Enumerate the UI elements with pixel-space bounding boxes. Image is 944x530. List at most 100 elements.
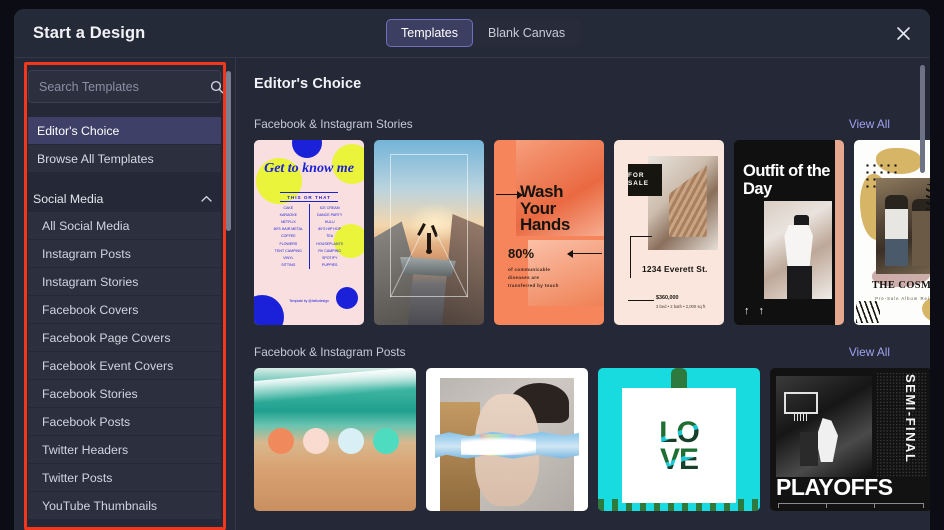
template-card-outfit-of-the-day[interactable]: Outfit of the Day ↑ ↑	[734, 140, 844, 325]
sidebar-item-facebook-covers[interactable]: Facebook Covers	[28, 296, 221, 323]
template-card-handstand-cliff-photo[interactable]	[374, 140, 484, 325]
option: TEA	[326, 234, 334, 239]
option: FLOWERS	[279, 241, 298, 246]
sidebar-item-instagram-stories[interactable]: Instagram Stories	[28, 268, 221, 295]
card-subtitle: Pre-Sale Album Release	[875, 296, 930, 301]
tab-blank-canvas[interactable]: Blank Canvas	[473, 19, 580, 47]
card-title: THE COSMOS	[871, 280, 930, 291]
card-body-text: of communicable diseases are transferred…	[508, 267, 559, 288]
option: CAKE	[283, 205, 294, 210]
dialog-header: Start a Design Templates Blank Canvas	[14, 9, 930, 58]
row-label: Facebook & Instagram Stories	[254, 117, 413, 131]
sidebar-group-label: Social Media	[33, 191, 104, 206]
sidebar-item-facebook-event-covers[interactable]: Facebook Event Covers	[28, 352, 221, 379]
sidebar-item-facebook-page-covers[interactable]: Facebook Page Covers	[28, 324, 221, 351]
main-scroll-region: Editor's Choice Facebook & Instagram Sto…	[236, 58, 930, 511]
player-figure	[816, 418, 838, 462]
shirt	[784, 224, 813, 268]
card-price: $360,000	[656, 295, 679, 301]
close-button[interactable]	[891, 21, 916, 46]
card-title: PLAYOFFS	[776, 474, 893, 500]
sidebar-item-instagram-posts[interactable]: Instagram Posts	[28, 240, 221, 267]
template-card-beach-color-palette[interactable]	[254, 368, 416, 511]
card-title: Outfit of the Day	[743, 162, 830, 198]
sidebar-item-twitter-posts[interactable]: Twitter Posts	[28, 464, 221, 491]
section-heading: Editor's Choice	[254, 76, 362, 92]
sidebar-scroll-region: Editor's Choice Browse All Templates Soc…	[14, 58, 235, 530]
template-card-the-cosmos-album[interactable]: THE COSMOS Pre-Sale Album Release	[854, 140, 930, 325]
sidebar-scrollbar-thumb[interactable]	[226, 71, 231, 231]
option: PUPPIES	[321, 263, 338, 268]
color-swatch	[268, 428, 294, 454]
decor-rule	[630, 236, 652, 278]
scratch-lines	[856, 301, 880, 323]
option: SPOTIFY	[321, 255, 338, 260]
basketball-photo	[776, 376, 872, 477]
sidebar-group-social-media[interactable]: Social Media	[28, 185, 221, 212]
option: SITTING	[281, 263, 296, 268]
option: TENT CAMPING	[274, 248, 302, 253]
vee-lines-overlay	[390, 234, 468, 298]
option: DANCE PARTY	[317, 212, 343, 217]
pants	[787, 265, 812, 299]
search-input[interactable]	[29, 71, 210, 102]
search-box	[28, 70, 224, 103]
scratch-lines	[926, 184, 930, 210]
close-icon	[896, 26, 911, 41]
template-card-torn-sky-portrait[interactable]	[426, 368, 588, 511]
cloud	[461, 436, 537, 455]
sidebar-item-editors-choice[interactable]: Editor's Choice	[28, 117, 221, 144]
option: RV CAMPING	[318, 248, 342, 253]
portrait-photo	[434, 378, 580, 511]
main-scrollbar-thumb[interactable]	[920, 65, 925, 173]
person-left	[885, 195, 908, 267]
template-card-wash-your-hands[interactable]: Wash Your Hands 80% of communicable dise…	[494, 140, 604, 325]
search-icon[interactable]	[210, 71, 224, 102]
view-all-link-posts[interactable]: View All	[849, 345, 890, 359]
card-specs: 3 bed • 2 bath • 2,000 sq ft	[656, 304, 706, 309]
card-subtitle: THIS OR THAT	[280, 192, 338, 202]
band-photo	[876, 178, 930, 274]
basketball-hoop	[784, 392, 818, 421]
card-title-line1: LO	[659, 415, 700, 449]
halftone-grid	[876, 372, 928, 477]
sidebar-item-all-social-media[interactable]: All Social Media	[28, 212, 221, 239]
row-label: Facebook & Instagram Posts	[254, 345, 406, 359]
card-row-posts: LO VE SEMI-FINAL PLAYOFFS	[254, 368, 930, 511]
sidebar-item-facebook-posts[interactable]: Facebook Posts	[28, 408, 221, 435]
for-sale-badge: FOR SALE	[628, 164, 662, 196]
chevron-up-icon	[201, 195, 212, 203]
tab-templates[interactable]: Templates	[386, 19, 473, 47]
template-card-get-to-know-me[interactable]: Get to know me THIS OR THAT CAKE KARAOKE…	[254, 140, 364, 325]
option: ICE CREAM	[319, 205, 340, 210]
sidebar: Editor's Choice Browse All Templates Soc…	[14, 58, 236, 530]
sea-foam	[254, 368, 416, 404]
ruler-decor	[778, 503, 924, 508]
option: 80'S HAIR METAL	[273, 227, 304, 232]
mode-toggle-group: Templates Blank Canvas	[386, 19, 581, 47]
card-footer: Template by @hellodesign	[289, 299, 329, 303]
decor-rule	[628, 300, 654, 301]
card-option-columns: CAKE KARAOKE NETFLIX 80'S HAIR METAL COF…	[268, 204, 350, 269]
template-card-playoffs-semi-final[interactable]: SEMI-FINAL PLAYOFFS	[770, 368, 930, 511]
card-title: Wash Your Hands	[520, 182, 570, 234]
main-content: Editor's Choice Facebook & Instagram Sto…	[236, 58, 930, 530]
model-photo	[764, 201, 832, 299]
card-options-right: ICE CREAM DANCE PARTY HULU 80'S HIP HOP …	[309, 204, 350, 269]
template-card-love-cactus[interactable]: LO VE	[598, 368, 760, 511]
sidebar-item-youtube-thumbnails[interactable]: YouTube Thumbnails	[28, 492, 221, 519]
decor-blob	[336, 287, 358, 309]
love-panel: LO VE	[622, 388, 736, 503]
arrow-right-icon	[496, 189, 523, 201]
sidebar-item-facebook-stories[interactable]: Facebook Stories	[28, 380, 221, 407]
card-side-text: SEMI-FINAL	[903, 374, 918, 464]
card-row-stories: Get to know me THIS OR THAT CAKE KARAOKE…	[254, 140, 930, 325]
template-card-for-sale-listing[interactable]: FOR SALE 1234 Everett St. $360,000 3 bed…	[614, 140, 724, 325]
sidebar-item-browse-all-templates[interactable]: Browse All Templates	[28, 145, 221, 172]
color-swatch-row	[268, 428, 399, 454]
option: VINYL	[283, 255, 294, 260]
view-all-link-stories[interactable]: View All	[849, 117, 890, 131]
arrow-left-icon	[567, 248, 602, 260]
sidebar-item-twitter-headers[interactable]: Twitter Headers	[28, 436, 221, 463]
